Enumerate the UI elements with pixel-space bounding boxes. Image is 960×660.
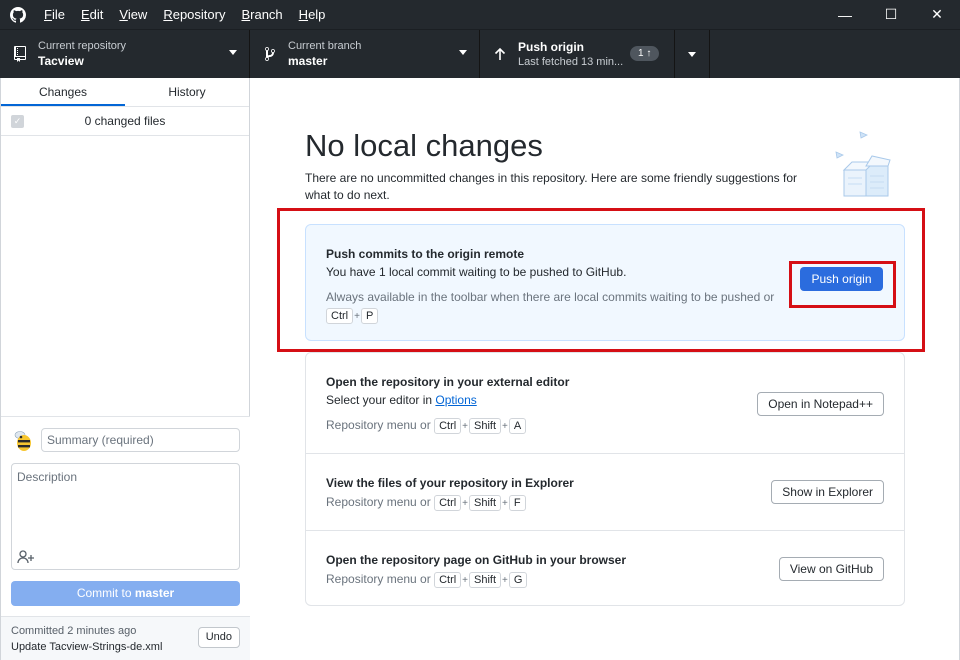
maximize-button[interactable]: ☐ bbox=[868, 0, 914, 29]
current-branch-label: Current branch bbox=[288, 40, 362, 52]
close-button[interactable]: ✕ bbox=[914, 0, 960, 29]
kbd-p: P bbox=[360, 308, 379, 324]
menu-repository[interactable]: Repository bbox=[155, 0, 233, 29]
editor-card-hint: Repository menu or Ctrl + Shift + A bbox=[326, 416, 884, 436]
last-commit-time: Committed 2 minutes ago bbox=[11, 625, 137, 637]
title-bar: File Edit View Repository Branch Help — … bbox=[0, 0, 960, 29]
kbd-ctrl: Ctrl bbox=[434, 572, 462, 588]
github-suggestion: Open the repository page on GitHub in yo… bbox=[306, 531, 904, 607]
caret-down-icon bbox=[459, 50, 467, 55]
push-card-title: Push commits to the origin remote bbox=[326, 247, 525, 261]
kbd-shift: Shift bbox=[469, 418, 502, 434]
menu-bar: File Edit View Repository Branch Help bbox=[36, 0, 333, 29]
current-repository-dropdown[interactable]: Current repository Tacview bbox=[0, 30, 250, 78]
caret-down-icon bbox=[229, 50, 237, 55]
kbd-g: G bbox=[508, 572, 528, 588]
kbd-a: A bbox=[508, 418, 527, 434]
summary-input[interactable] bbox=[41, 428, 240, 452]
push-origin-label: Push origin bbox=[518, 40, 584, 54]
menu-file[interactable]: File bbox=[36, 0, 73, 29]
push-commits-card: Push commits to the origin remote You ha… bbox=[305, 224, 905, 341]
push-origin-toolbar-button[interactable]: Push origin Last fetched 13 min... 1 ↑ bbox=[480, 30, 675, 78]
push-options-dropdown[interactable] bbox=[675, 30, 710, 78]
tab-history[interactable]: History bbox=[125, 78, 249, 106]
description-box bbox=[11, 463, 240, 570]
push-origin-button[interactable]: Push origin bbox=[800, 267, 883, 291]
toolbar: Current repository Tacview Current branc… bbox=[0, 29, 960, 78]
branch-icon bbox=[262, 46, 278, 62]
add-coauthor-icon[interactable] bbox=[17, 549, 35, 565]
arrow-up-icon bbox=[492, 46, 508, 62]
ahead-count-badge: 1 ↑ bbox=[630, 46, 660, 61]
sidebar: Changes History ✓ 0 changed files Commit… bbox=[0, 78, 250, 660]
caret-down-icon bbox=[688, 51, 696, 57]
github-logo-icon bbox=[0, 0, 36, 29]
menu-branch[interactable]: Branch bbox=[233, 0, 290, 29]
main-panel: No local changes There are no uncommitte… bbox=[250, 78, 960, 660]
options-link[interactable]: Options bbox=[435, 393, 476, 407]
kbd-ctrl: Ctrl bbox=[434, 418, 462, 434]
editor-suggestion: Open the repository in your external edi… bbox=[306, 353, 904, 454]
open-in-editor-button[interactable]: Open in Notepad++ bbox=[757, 392, 884, 416]
tab-changes[interactable]: Changes bbox=[1, 78, 125, 106]
description-input[interactable] bbox=[12, 464, 239, 544]
suggestions-card: Open the repository in your external edi… bbox=[305, 352, 905, 606]
show-in-explorer-button[interactable]: Show in Explorer bbox=[771, 480, 884, 504]
kbd-f: F bbox=[508, 495, 526, 511]
kbd-ctrl: Ctrl bbox=[326, 308, 354, 324]
menu-help[interactable]: Help bbox=[291, 0, 334, 29]
current-branch-value: master bbox=[288, 54, 328, 68]
changed-files-count: 0 changed files bbox=[84, 114, 166, 128]
current-repository-value: Tacview bbox=[38, 54, 84, 68]
push-card-hint: Always available in the toolbar when the… bbox=[326, 290, 775, 324]
last-commit-message: Update Tacview-Strings-de.xml bbox=[11, 641, 163, 653]
view-on-github-button[interactable]: View on GitHub bbox=[778, 557, 884, 581]
page-subtitle: There are no uncommitted changes in this… bbox=[305, 171, 798, 202]
kbd-ctrl: Ctrl bbox=[434, 495, 462, 511]
page-title: No local changes bbox=[305, 128, 543, 163]
avatar bbox=[11, 428, 35, 452]
changed-files-header: ✓ 0 changed files bbox=[1, 107, 249, 136]
window-controls: — ☐ ✕ bbox=[822, 0, 960, 29]
last-fetched-label: Last fetched 13 min... bbox=[518, 56, 624, 68]
current-branch-dropdown[interactable]: Current branch master bbox=[250, 30, 480, 78]
current-repository-label: Current repository bbox=[38, 40, 127, 52]
minimize-button[interactable]: — bbox=[822, 0, 868, 29]
undo-button[interactable]: Undo bbox=[197, 627, 240, 648]
commit-button[interactable]: Commit to master bbox=[11, 581, 240, 606]
explorer-suggestion: View the files of your repository in Exp… bbox=[306, 454, 904, 531]
select-all-checkbox[interactable]: ✓ bbox=[11, 115, 24, 128]
last-commit-summary: Committed 2 minutes ago Update Tacview-S… bbox=[1, 616, 250, 660]
empty-state-illustration-icon bbox=[830, 126, 910, 206]
repository-icon bbox=[12, 46, 28, 62]
menu-edit[interactable]: Edit bbox=[73, 0, 111, 29]
sidebar-tabs: Changes History bbox=[1, 78, 249, 107]
editor-card-title: Open the repository in your external edi… bbox=[326, 375, 570, 389]
menu-view[interactable]: View bbox=[111, 0, 155, 29]
kbd-shift: Shift bbox=[469, 572, 502, 588]
kbd-shift: Shift bbox=[469, 495, 502, 511]
commit-message-area: Commit to master bbox=[1, 416, 250, 616]
